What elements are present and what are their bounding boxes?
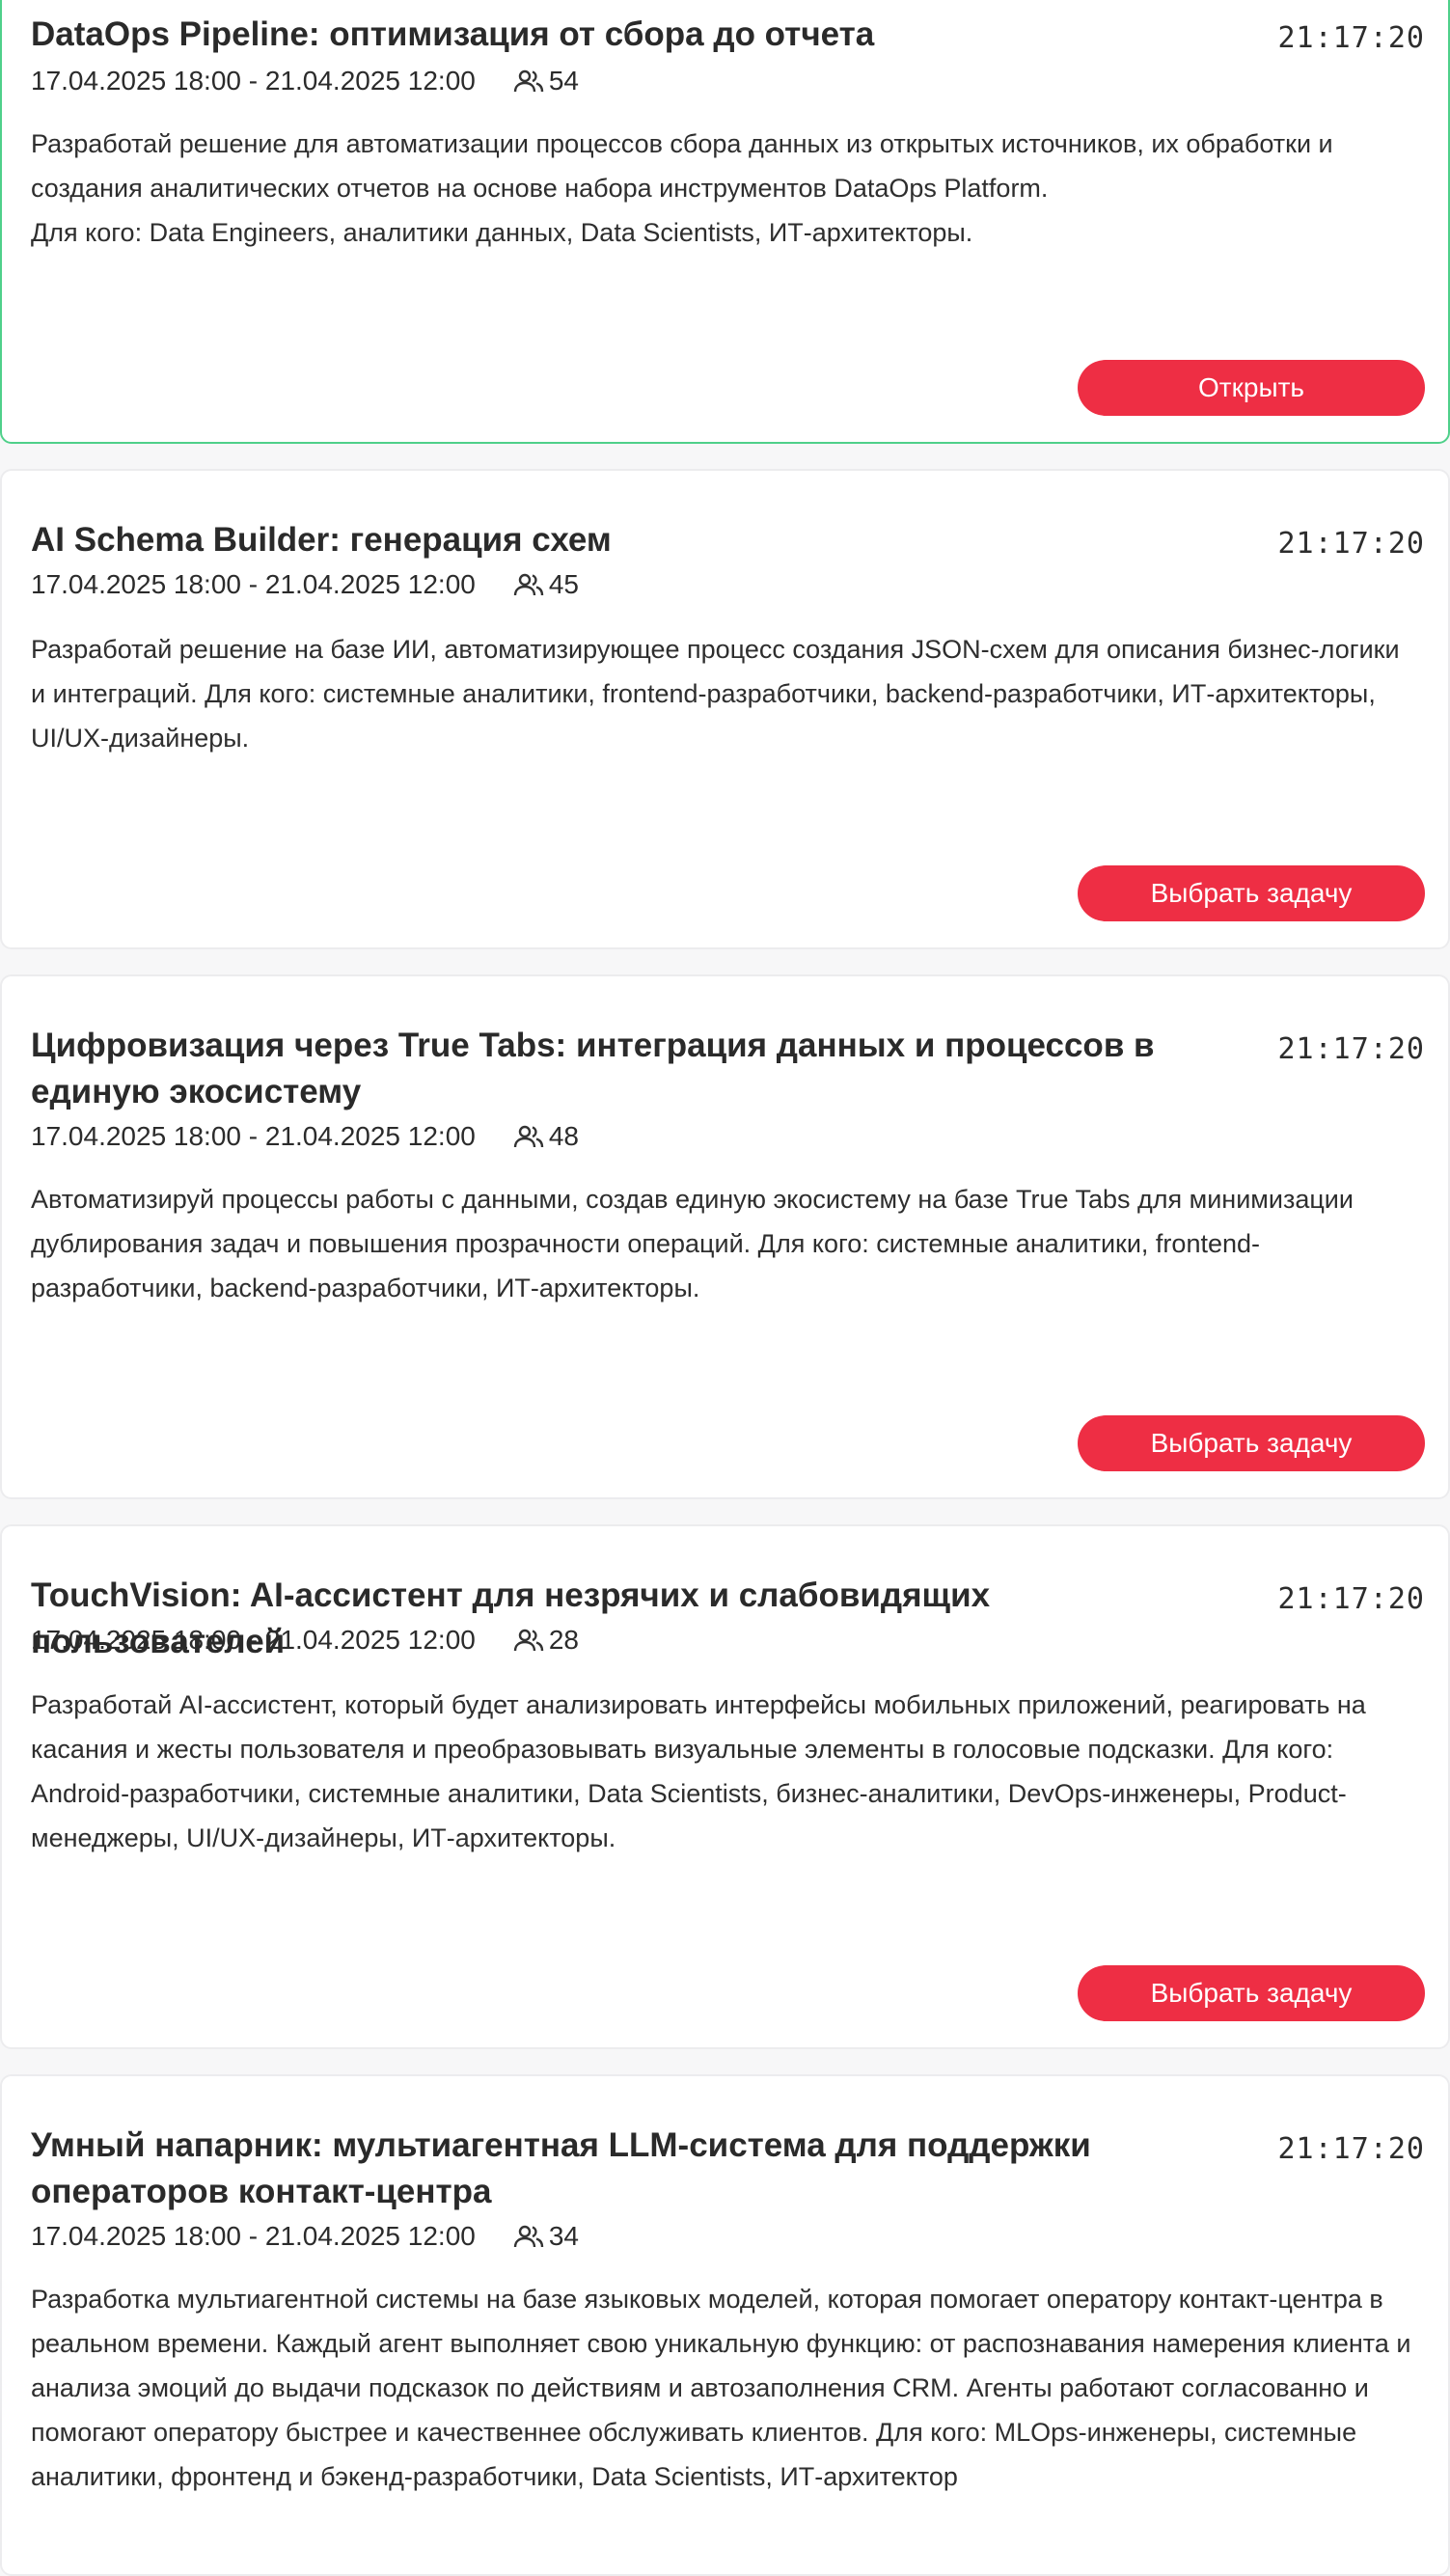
task-meta: 17.04.2025 18:00 - 21.04.2025 12:00 54 — [31, 64, 579, 98]
task-meta: 17.04.2025 18:00 - 21.04.2025 12:00 48 — [31, 1119, 579, 1154]
task-timer: 21:17:20 — [1277, 527, 1425, 561]
people-icon — [513, 573, 544, 596]
participants-number: 48 — [548, 1121, 580, 1151]
task-card[interactable]: TouchVision: AI-ассистент для незрячих и… — [0, 1524, 1450, 2049]
participants-number: 54 — [548, 66, 580, 96]
task-card[interactable]: AI Schema Builder: генерация схем 21:17:… — [0, 469, 1450, 949]
task-card[interactable]: Умный напарник: мультиагентная LLM-систе… — [0, 2074, 1450, 2576]
task-card[interactable]: DataOps Pipeline: оптимизация от сбора д… — [0, 0, 1450, 444]
participants-number: 28 — [548, 1625, 580, 1655]
people-icon — [513, 69, 544, 93]
task-timer: 21:17:20 — [1277, 2132, 1425, 2166]
task-title: AI Schema Builder: генерация схем — [31, 521, 612, 559]
open-button[interactable]: Открыть — [1078, 360, 1425, 416]
select-task-button[interactable]: Выбрать задачу — [1078, 1415, 1425, 1471]
people-icon — [513, 2225, 544, 2248]
select-task-button[interactable]: Выбрать задачу — [1078, 1965, 1425, 2021]
task-title: Цифровизация через True Tabs: интеграция… — [31, 1027, 1155, 1110]
task-meta: 17.04.2025 18:00 - 21.04.2025 12:00 45 — [31, 567, 579, 602]
participants-number: 45 — [548, 569, 580, 599]
select-task-button[interactable]: Выбрать задачу — [1078, 865, 1425, 921]
task-description: Разработай решение на базе ИИ, автоматиз… — [31, 635, 1400, 753]
task-meta: 17.04.2025 18:00 - 21.04.2025 12:00 28 — [31, 1623, 579, 1658]
task-timer: 21:17:20 — [1277, 1582, 1425, 1616]
people-icon — [513, 1629, 544, 1652]
task-dates: 17.04.2025 18:00 - 21.04.2025 12:00 — [31, 66, 476, 96]
task-card[interactable]: Цифровизация через True Tabs: интеграция… — [0, 974, 1450, 1499]
task-dates: 17.04.2025 18:00 - 21.04.2025 12:00 — [31, 1625, 476, 1655]
task-meta: 17.04.2025 18:00 - 21.04.2025 12:00 34 — [31, 2219, 579, 2254]
task-dates: 17.04.2025 18:00 - 21.04.2025 12:00 — [31, 2221, 476, 2251]
task-title: Умный напарник: мультиагентная LLM-систе… — [31, 2126, 1091, 2210]
participants-count: 48 — [512, 1119, 579, 1154]
task-timer: 21:17:20 — [1277, 21, 1425, 55]
participants-number: 34 — [548, 2221, 580, 2251]
task-dates: 17.04.2025 18:00 - 21.04.2025 12:00 — [31, 1121, 476, 1151]
participants-count: 54 — [512, 64, 579, 98]
task-description: Разработай решение для автоматизации про… — [31, 129, 1333, 247]
task-timer: 21:17:20 — [1277, 1032, 1425, 1066]
participants-count: 28 — [512, 1623, 579, 1658]
people-icon — [513, 1125, 544, 1148]
participants-count: 34 — [512, 2219, 579, 2254]
task-description: Разработка мультиагентной системы на баз… — [31, 2285, 1411, 2491]
task-title: DataOps Pipeline: оптимизация от сбора д… — [31, 15, 875, 53]
task-description: Разработай AI-ассистент, который будет а… — [31, 1690, 1366, 1852]
task-dates: 17.04.2025 18:00 - 21.04.2025 12:00 — [31, 569, 476, 599]
participants-count: 45 — [512, 567, 579, 602]
task-description: Автоматизируй процессы работы с данными,… — [31, 1185, 1354, 1302]
